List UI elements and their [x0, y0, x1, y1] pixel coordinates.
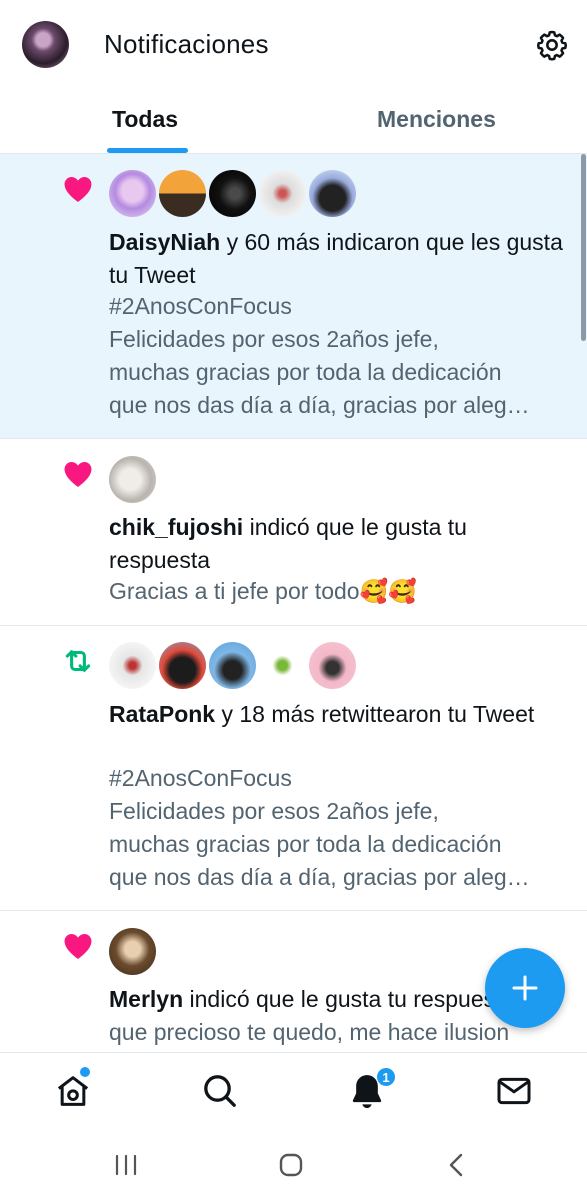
- tab-todas[interactable]: Todas: [112, 106, 178, 133]
- mail-icon[interactable]: [494, 1071, 534, 1111]
- compose-button[interactable]: [485, 948, 565, 1028]
- avatar[interactable]: [259, 642, 306, 689]
- search-icon[interactable]: [200, 1071, 240, 1111]
- system-navigation-bar: [0, 1130, 587, 1200]
- user-name[interactable]: Merlyn: [109, 986, 183, 1012]
- user-name[interactable]: RataPonk: [109, 701, 215, 727]
- profile-avatar[interactable]: [22, 21, 69, 68]
- heart-icon: [64, 176, 92, 203]
- hashtag[interactable]: #2AnosConFocus: [109, 290, 569, 323]
- avatar[interactable]: [309, 170, 356, 217]
- user-name[interactable]: DaisyNiah: [109, 229, 220, 255]
- feed-scrollbar[interactable]: [581, 154, 586, 341]
- avatar[interactable]: [209, 642, 256, 689]
- retweet-icon: [65, 650, 91, 672]
- tweet-preview: que precioso te quedo, me hace ilusion: [109, 1019, 510, 1045]
- notification-text: chik_fujoshi indicó que le gusta tu resp…: [109, 514, 467, 573]
- avatar[interactable]: [259, 170, 306, 217]
- avatar[interactable]: [309, 642, 356, 689]
- tweet-preview: Gracias a ti jefe por todo🥰🥰: [109, 578, 417, 604]
- heart-icon: [64, 933, 92, 960]
- notifications-feed: DaisyNiah y 60 más indicaron que les gus…: [0, 154, 587, 1052]
- home-new-indicator: [80, 1067, 90, 1077]
- tab-menciones[interactable]: Menciones: [377, 106, 496, 133]
- avatar[interactable]: [109, 170, 156, 217]
- home-system-icon[interactable]: [278, 1152, 304, 1178]
- home-icon[interactable]: [53, 1071, 93, 1111]
- tweet-preview: #2AnosConFocus Felicidades por esos 2año…: [109, 290, 569, 422]
- top-app-bar: Notificaciones: [0, 0, 587, 92]
- notification-item[interactable]: DaisyNiah y 60 más indicaron que les gus…: [0, 154, 587, 439]
- notification-item[interactable]: RataPonk y 18 más retwittearon tu Tweet …: [0, 626, 587, 911]
- plus-icon: [512, 975, 538, 1001]
- avatar[interactable]: [159, 170, 206, 217]
- hashtag[interactable]: #2AnosConFocus: [109, 762, 569, 795]
- gear-icon[interactable]: [535, 28, 569, 62]
- notification-item[interactable]: chik_fujoshi indicó que le gusta tu resp…: [0, 439, 587, 626]
- avatar[interactable]: [209, 170, 256, 217]
- notification-text: DaisyNiah y 60 más indicaron que les gus…: [109, 229, 563, 288]
- recent-apps-icon[interactable]: [113, 1152, 139, 1178]
- avatar[interactable]: [109, 642, 156, 689]
- avatar[interactable]: [159, 642, 206, 689]
- back-icon[interactable]: [444, 1152, 470, 1178]
- active-tab-indicator: [107, 148, 188, 153]
- notification-tabs: Todas Menciones: [0, 92, 587, 154]
- avatar[interactable]: [109, 456, 156, 503]
- tweet-preview: #2AnosConFocus Felicidades por esos 2año…: [109, 762, 569, 894]
- notification-text: RataPonk y 18 más retwittearon tu Tweet: [109, 701, 535, 727]
- user-name[interactable]: chik_fujoshi: [109, 514, 243, 540]
- heart-icon: [64, 461, 92, 488]
- notification-count-badge: 1: [376, 1067, 396, 1087]
- bottom-navigation: 1: [0, 1052, 587, 1130]
- avatar[interactable]: [109, 928, 156, 975]
- page-title: Notificaciones: [104, 29, 269, 59]
